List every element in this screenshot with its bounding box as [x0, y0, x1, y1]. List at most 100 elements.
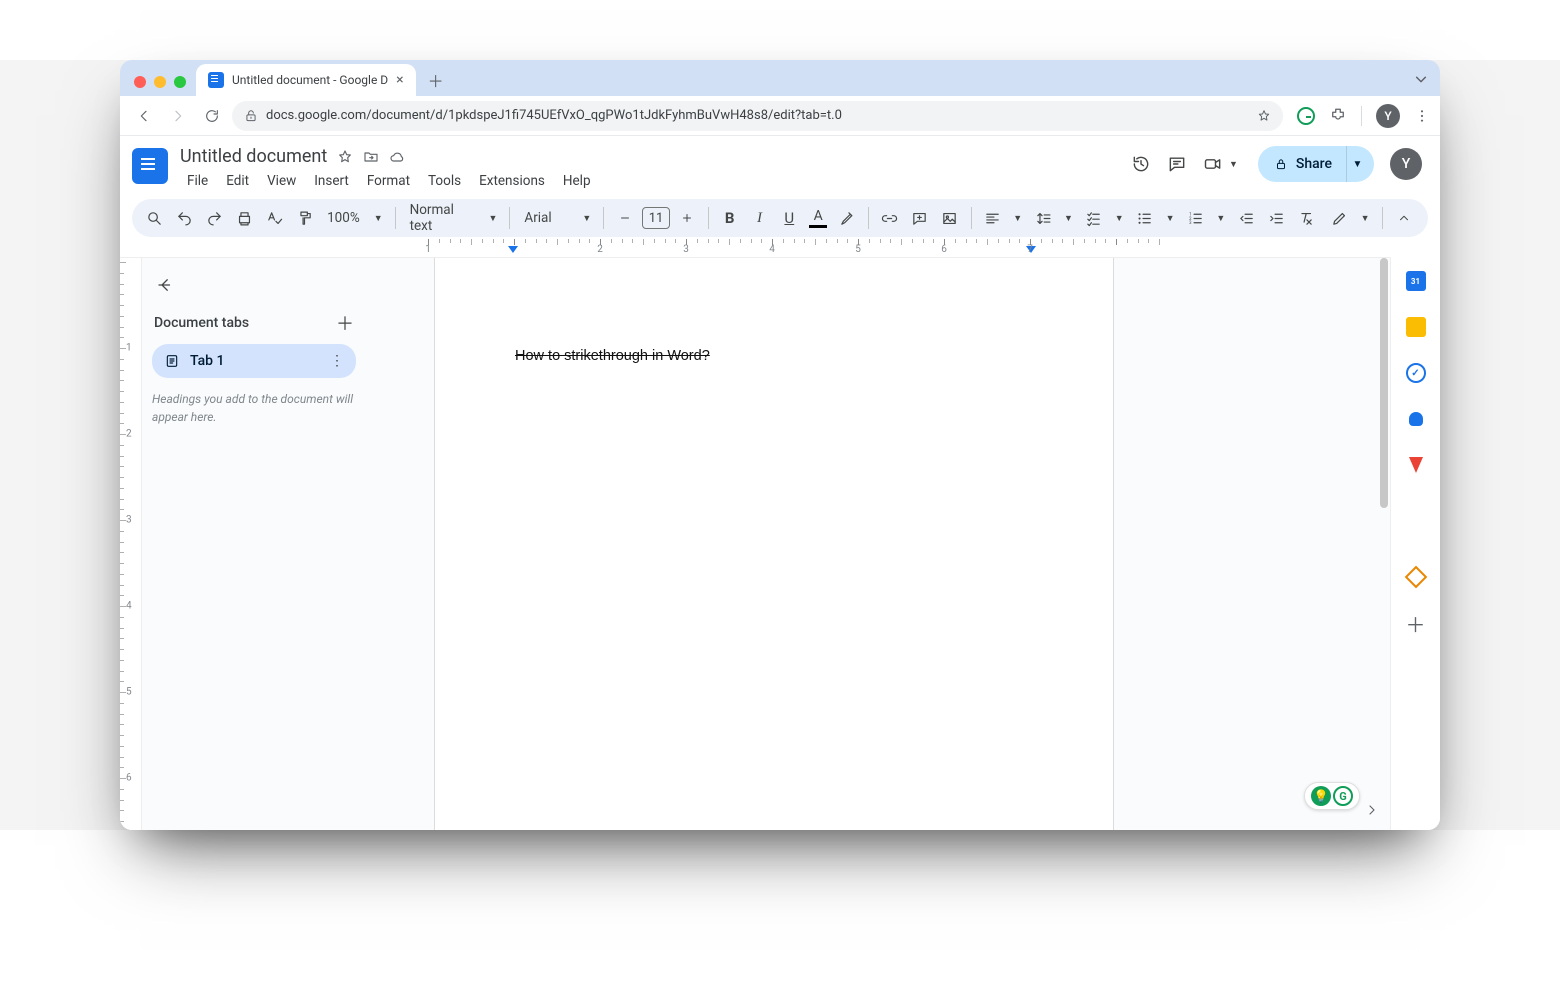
docs-titlebar: Untitled document File Edit View Insert …: [120, 136, 1440, 193]
bulb-icon[interactable]: 💡: [1311, 786, 1331, 806]
checklist-button[interactable]: [1081, 204, 1107, 232]
scrollbar[interactable]: [1378, 258, 1390, 800]
chevron-down-icon[interactable]: ▼: [1009, 213, 1026, 224]
grammarly-extension-icon[interactable]: [1297, 107, 1315, 125]
window-zoom-button[interactable]: [174, 76, 186, 88]
align-button[interactable]: [979, 204, 1005, 232]
side-panel: ＋: [1390, 257, 1440, 830]
menu-edit[interactable]: Edit: [219, 169, 256, 193]
italic-button[interactable]: I: [747, 204, 773, 232]
calendar-icon[interactable]: [1406, 271, 1426, 291]
add-tab-button[interactable]: ＋: [336, 310, 354, 336]
url-input[interactable]: docs.google.com/document/d/1pkdspeJ1fi74…: [232, 101, 1283, 131]
share-dropdown-icon[interactable]: ▼: [1346, 146, 1368, 182]
underline-button[interactable]: U: [776, 204, 802, 232]
print-button[interactable]: [232, 204, 258, 232]
menu-tools[interactable]: Tools: [421, 169, 468, 193]
chrome-profile-avatar[interactable]: Y: [1376, 104, 1400, 128]
document-tab[interactable]: Tab 1 ⋮: [152, 344, 356, 378]
chrome-menu-icon[interactable]: [1414, 108, 1430, 124]
menu-view[interactable]: View: [260, 169, 303, 193]
forward-button[interactable]: [164, 102, 192, 130]
share-button[interactable]: Share ▼: [1258, 146, 1374, 182]
font-select[interactable]: Arial: [518, 210, 574, 226]
document-text[interactable]: How to strikethrough in Word?: [515, 348, 710, 364]
menu-help[interactable]: Help: [556, 169, 598, 193]
tab-close-icon[interactable]: ×: [396, 72, 403, 88]
add-addon-button[interactable]: ＋: [1406, 613, 1426, 633]
text-color-button[interactable]: A: [806, 204, 830, 232]
highlight-button[interactable]: [834, 204, 860, 232]
undo-button[interactable]: [172, 204, 198, 232]
account-avatar[interactable]: Y: [1390, 148, 1422, 180]
page[interactable]: How to strikethrough in Word?: [434, 258, 1114, 830]
move-folder-icon[interactable]: [363, 149, 379, 165]
browser-actions: Y: [1289, 104, 1430, 128]
menu-insert[interactable]: Insert: [307, 169, 356, 193]
meet-button[interactable]: ▼: [1203, 154, 1242, 174]
site-info-icon[interactable]: [244, 109, 258, 123]
comments-icon[interactable]: [1167, 154, 1187, 174]
bold-button[interactable]: B: [717, 204, 743, 232]
new-tab-button[interactable]: ＋: [422, 66, 450, 94]
tasks-icon[interactable]: [1406, 363, 1426, 383]
increase-fontsize-button[interactable]: [674, 204, 700, 232]
history-icon[interactable]: [1131, 154, 1151, 174]
insert-comment-button[interactable]: [907, 204, 933, 232]
star-icon[interactable]: [337, 149, 353, 165]
tabs-dropdown-icon[interactable]: [1414, 72, 1440, 96]
keep-icon[interactable]: [1406, 317, 1426, 337]
line-spacing-button[interactable]: [1030, 204, 1056, 232]
document-canvas[interactable]: How to strikethrough in Word? 💡 G: [366, 258, 1390, 830]
cloud-saved-icon[interactable]: [389, 149, 405, 165]
chevron-down-icon[interactable]: ▼: [1111, 213, 1128, 224]
search-menu-icon[interactable]: [142, 204, 168, 232]
insert-image-button[interactable]: [937, 204, 963, 232]
expand-side-panel-icon[interactable]: [1364, 802, 1380, 822]
editing-mode-button[interactable]: [1327, 204, 1353, 232]
bookmark-star-icon[interactable]: [1257, 109, 1271, 123]
reload-button[interactable]: [198, 102, 226, 130]
first-line-indent-marker[interactable]: [508, 246, 518, 253]
chevron-down-icon[interactable]: ▼: [1060, 213, 1077, 224]
window-close-button[interactable]: [134, 76, 146, 88]
zoom-select[interactable]: 100%: [321, 210, 366, 226]
chevron-down-icon[interactable]: ▼: [485, 213, 502, 224]
redo-button[interactable]: [202, 204, 228, 232]
chevron-down-icon[interactable]: ▼: [1162, 213, 1179, 224]
spellcheck-button[interactable]: [261, 204, 287, 232]
decrease-fontsize-button[interactable]: [612, 204, 638, 232]
chevron-down-icon[interactable]: ▼: [578, 213, 595, 224]
paragraph-style-select[interactable]: Normal text: [404, 202, 481, 234]
vertical-ruler[interactable]: 123456: [120, 258, 142, 830]
indent-increase-button[interactable]: [1263, 204, 1289, 232]
grammarly-widget[interactable]: 💡 G: [1304, 782, 1360, 810]
indent-decrease-button[interactable]: [1233, 204, 1259, 232]
extensions-icon[interactable]: [1329, 107, 1347, 125]
contacts-icon[interactable]: [1406, 409, 1426, 429]
fontsize-input[interactable]: 11: [642, 207, 670, 229]
menu-extensions[interactable]: Extensions: [472, 169, 552, 193]
addon-icon[interactable]: [1406, 567, 1426, 587]
window-minimize-button[interactable]: [154, 76, 166, 88]
outline-back-button[interactable]: [152, 272, 178, 298]
numbered-list-button[interactable]: 123: [1182, 204, 1208, 232]
maps-icon[interactable]: [1406, 455, 1426, 475]
chevron-down-icon[interactable]: ▼: [1357, 213, 1374, 224]
back-button[interactable]: [130, 102, 158, 130]
menu-file[interactable]: File: [180, 169, 215, 193]
menu-format[interactable]: Format: [360, 169, 417, 193]
collapse-toolbar-button[interactable]: [1390, 203, 1418, 233]
insert-link-button[interactable]: [877, 204, 903, 232]
grammarly-icon[interactable]: G: [1333, 786, 1353, 806]
browser-tab[interactable]: Untitled document - Google D ×: [196, 64, 416, 96]
paint-format-button[interactable]: [291, 204, 317, 232]
tab-menu-icon[interactable]: ⋮: [330, 353, 344, 369]
document-title-input[interactable]: Untitled document: [180, 146, 327, 167]
chevron-down-icon[interactable]: ▼: [370, 213, 387, 224]
bulleted-list-button[interactable]: [1132, 204, 1158, 232]
chevron-down-icon[interactable]: ▼: [1212, 213, 1229, 224]
docs-home-icon[interactable]: [132, 148, 168, 184]
horizontal-ruler[interactable]: 1234567: [120, 239, 1440, 257]
clear-formatting-button[interactable]: [1293, 204, 1319, 232]
